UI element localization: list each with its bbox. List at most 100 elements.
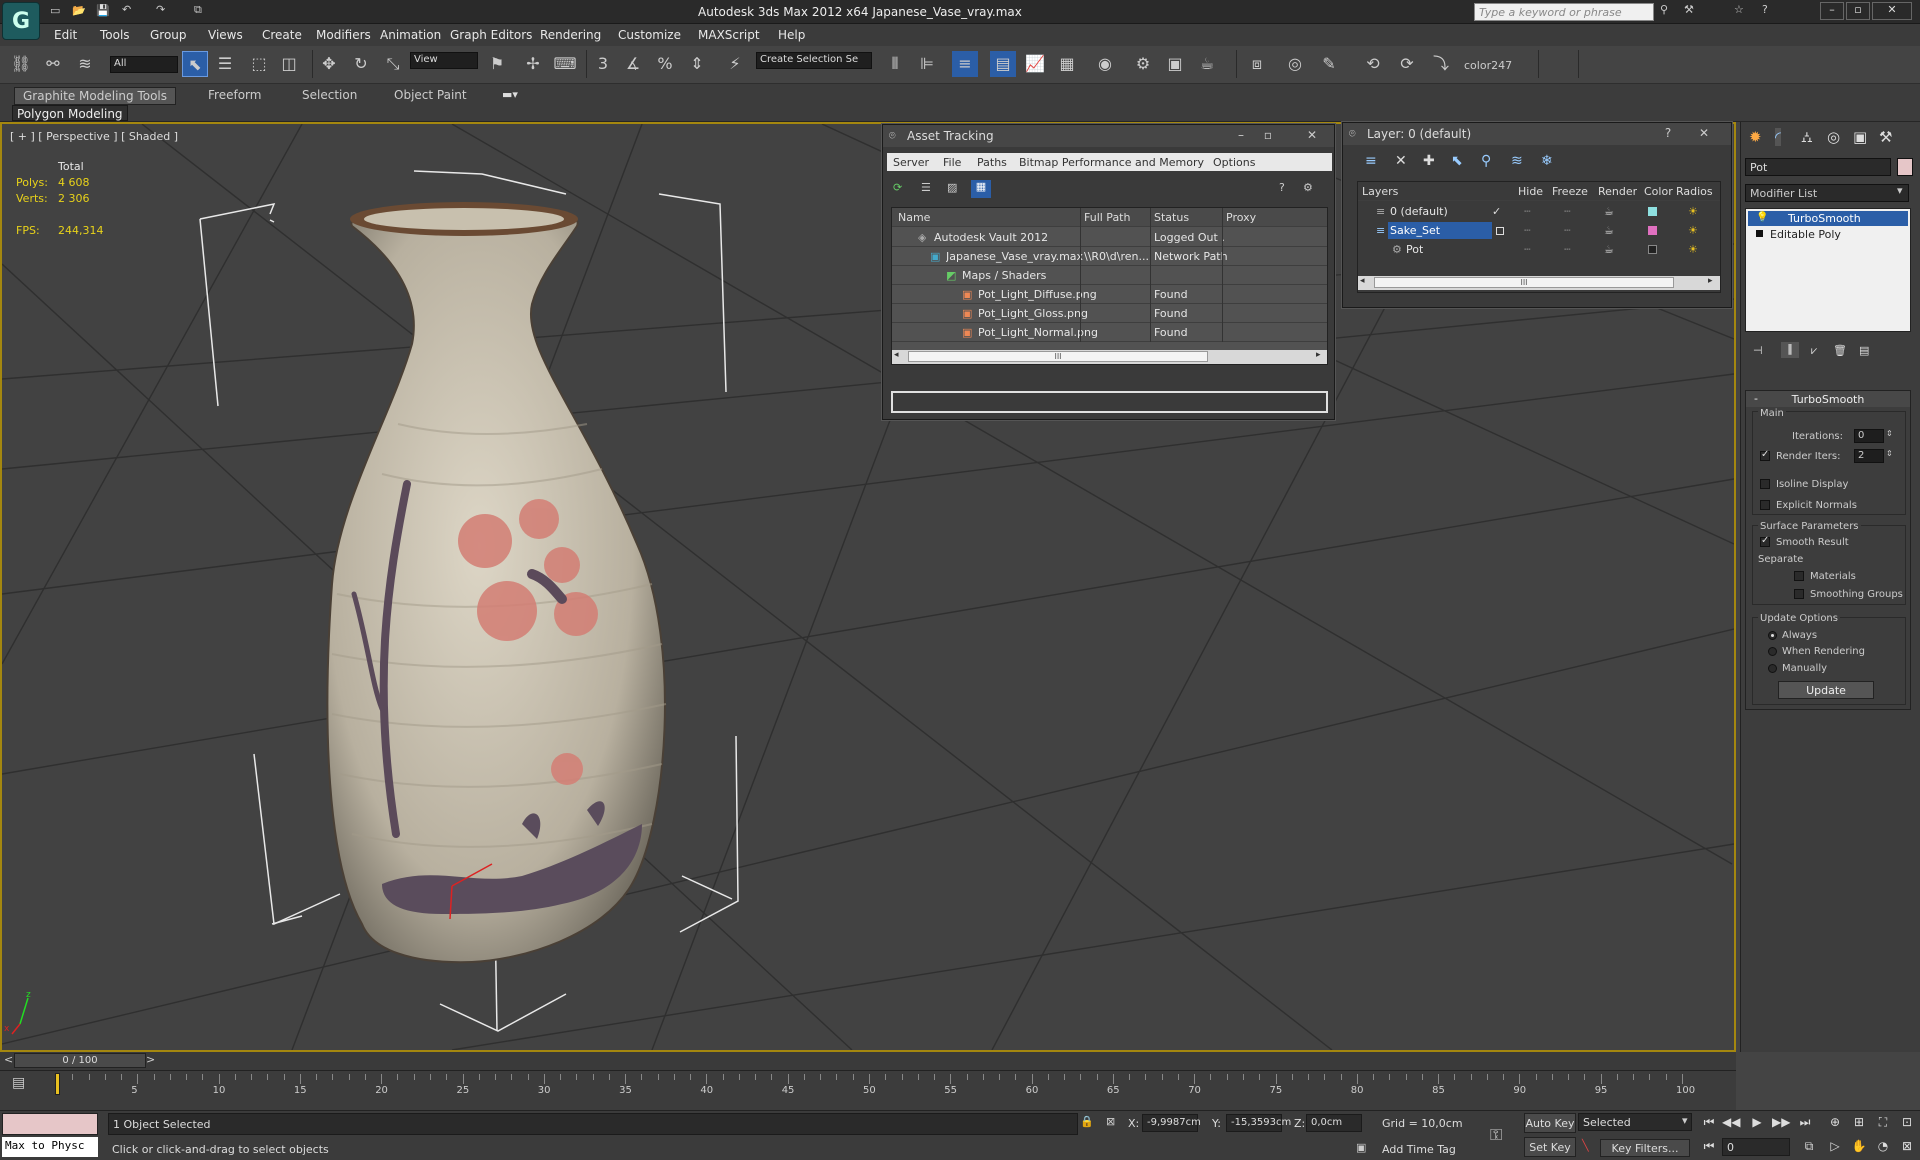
prev-frame-icon[interactable]: ◀◀ [1722, 1113, 1740, 1131]
active-layer-check-icon[interactable]: ✓ [1492, 205, 1501, 218]
vray-icon-2[interactable]: ◎ [1282, 51, 1308, 77]
active-layer-box[interactable] [1496, 227, 1504, 235]
render-teapot-icon[interactable]: ☕ [1604, 243, 1614, 256]
auto-key-button[interactable]: Auto Key [1524, 1113, 1576, 1133]
zoom-extents-icon[interactable]: ⛶ [1874, 1113, 1892, 1131]
scroll-left-icon[interactable]: ◂ [1360, 276, 1365, 286]
ribbon-options-icon[interactable]: ▬▾ [502, 88, 518, 101]
prev-frame-icon[interactable]: < [4, 1053, 13, 1066]
table-view-icon[interactable]: ▦ [971, 180, 991, 198]
layer-color-swatch[interactable] [1648, 245, 1657, 254]
list-icon[interactable]: ☰ [921, 181, 931, 194]
render-setup-icon[interactable]: ⚙ [1130, 51, 1156, 77]
search-field[interactable]: Type a keyword or phrase [1474, 3, 1654, 21]
asset-minimize-button[interactable]: – [1232, 128, 1250, 142]
zoom-extents-all-icon[interactable]: ⊡ [1898, 1113, 1916, 1131]
quick-access-save-icon[interactable]: 💾 [96, 4, 110, 17]
scroll-thumb[interactable]: III [1374, 277, 1674, 288]
maximize-button[interactable]: ▫ [1846, 2, 1870, 20]
play-icon[interactable]: ▶ [1748, 1113, 1766, 1131]
col-color[interactable]: Color [1644, 185, 1673, 198]
layer-row[interactable]: ⚙ Pot ┄ ┄ ☕ ☀ [1358, 240, 1720, 259]
show-end-result-icon[interactable]: ‖ [1781, 342, 1799, 358]
col-hide[interactable]: Hide [1518, 185, 1543, 198]
hide-toggle[interactable]: ┄ [1524, 224, 1531, 237]
percent-snap-icon[interactable]: % [652, 51, 678, 77]
col-proxy[interactable]: Proxy [1226, 211, 1256, 224]
render-iters-checkbox[interactable] [1760, 449, 1770, 461]
tab-object-paint[interactable]: Object Paint [386, 87, 475, 105]
freeze-toggle[interactable]: ┄ [1564, 243, 1571, 256]
spinner-snap-icon[interactable]: ⇕ [684, 51, 710, 77]
layer-row[interactable]: ≡ 0 (default) ✓ ┄ ┄ ☕ ☀ [1358, 202, 1720, 221]
render-teapot-icon[interactable]: ☕ [1604, 205, 1614, 218]
layer-color-swatch[interactable] [1648, 207, 1657, 216]
modifier-list-dropdown[interactable]: Modifier List [1745, 184, 1909, 202]
rollout-header[interactable]: TurboSmooth [1746, 391, 1910, 407]
menu-views[interactable]: Views [208, 28, 243, 42]
vray-icon-1[interactable]: ⧈ [1244, 51, 1270, 77]
set-key-button[interactable]: Set Key [1524, 1137, 1576, 1157]
asset-menu-paths[interactable]: Paths [977, 156, 1007, 169]
keyboard-shortcut-icon[interactable]: ⌨ [552, 51, 578, 77]
time-slider[interactable]: < 0 / 100 > [0, 1052, 1736, 1070]
table-row[interactable]: ◩ Maps / Shaders [892, 266, 1327, 285]
current-frame-field[interactable]: 0 [1722, 1138, 1790, 1156]
menu-edit[interactable]: Edit [54, 28, 77, 42]
hide-toggle[interactable]: ┄ [1524, 243, 1531, 256]
radiosity-icon[interactable]: ☀ [1688, 205, 1698, 218]
vray-icon-3[interactable]: ✎ [1316, 51, 1342, 77]
table-row[interactable]: ▣ Pot_Light_Gloss.png Found [892, 304, 1327, 323]
named-selection-dropdown[interactable]: Create Selection Se [756, 52, 872, 69]
select-object-icon[interactable]: ⬉ [182, 51, 208, 77]
schematic-view-icon[interactable]: ▦ [1054, 51, 1080, 77]
current-frame-marker[interactable] [55, 1073, 60, 1095]
utilities-tab-icon[interactable]: ⚒ [1879, 128, 1892, 146]
quick-access-open-icon[interactable]: 📂 [72, 4, 86, 17]
window-crossing-icon[interactable]: ◫ [276, 51, 302, 77]
selection-filter-dropdown[interactable]: All [110, 56, 178, 73]
remove-modifier-icon[interactable]: 🗑 [1833, 344, 1847, 357]
manually-radio[interactable] [1768, 664, 1777, 673]
viewport-label[interactable]: [ + ] [ Perspective ] [ Shaded ] [10, 130, 178, 143]
zoom-all-icon[interactable]: ⊞ [1850, 1113, 1868, 1131]
menu-animation[interactable]: Animation [380, 28, 441, 42]
motion-tab-icon[interactable]: ◎ [1827, 128, 1840, 146]
star-icon[interactable]: ☆ [1734, 3, 1744, 16]
selection-lock-icon[interactable]: 🔒 [1080, 1115, 1094, 1128]
asset-menu-bitmap[interactable]: Bitmap Performance and Memory [1019, 156, 1204, 169]
object-name-field[interactable]: Pot [1745, 158, 1891, 176]
new-layer-icon[interactable]: ≡ [1365, 153, 1377, 169]
lightbulb-icon[interactable]: 💡 [1756, 212, 1768, 223]
redo-icon[interactable]: ↷ [156, 3, 165, 16]
layer-manager-icon[interactable]: ≡ [952, 51, 978, 77]
freeze-toggle[interactable]: ┄ [1564, 224, 1571, 237]
link-icon[interactable]: ⛓ [8, 51, 34, 77]
table-row[interactable]: ▣ Pot_Light_Diffuse.png Found [892, 285, 1327, 304]
time-config-icon[interactable]: ⧉ [1800, 1137, 1818, 1155]
y-coord-field[interactable]: -15,3593cm [1226, 1114, 1291, 1132]
tab-selection[interactable]: Selection [294, 87, 365, 105]
ref-coord-dropdown[interactable]: View [410, 52, 478, 69]
layer-close-button[interactable]: ✕ [1695, 126, 1713, 140]
layer-color-swatch[interactable] [1648, 226, 1657, 235]
spinner-arrows-icon[interactable]: ⇕ [1886, 429, 1893, 438]
help-icon[interactable]: ? [1279, 181, 1285, 194]
hide-toggle[interactable]: ┄ [1524, 205, 1531, 218]
edit-named-sets-icon[interactable]: ⚡ [722, 51, 748, 77]
smoothing-groups-checkbox[interactable] [1794, 589, 1804, 599]
smooth-result-checkbox[interactable] [1760, 535, 1770, 547]
always-radio[interactable] [1768, 631, 1777, 640]
undo-icon[interactable]: ↶ [122, 3, 131, 16]
freeze-all-icon[interactable]: ❄ [1541, 153, 1553, 169]
asset-path-field[interactable] [891, 391, 1328, 413]
render-production-icon[interactable]: ☕ [1194, 51, 1220, 77]
menu-graph-editors[interactable]: Graph Editors [450, 28, 532, 42]
maxscript-listener[interactable]: Max to Physc [2, 1137, 98, 1157]
col-layers[interactable]: Layers [1362, 185, 1398, 198]
pivot-icon[interactable]: ⚑ [484, 51, 510, 77]
next-frame-icon[interactable]: > [146, 1053, 155, 1066]
col-render[interactable]: Render [1598, 185, 1637, 198]
scroll-thumb[interactable]: III [908, 351, 1208, 362]
delete-layer-icon[interactable]: ✕ [1395, 153, 1407, 169]
